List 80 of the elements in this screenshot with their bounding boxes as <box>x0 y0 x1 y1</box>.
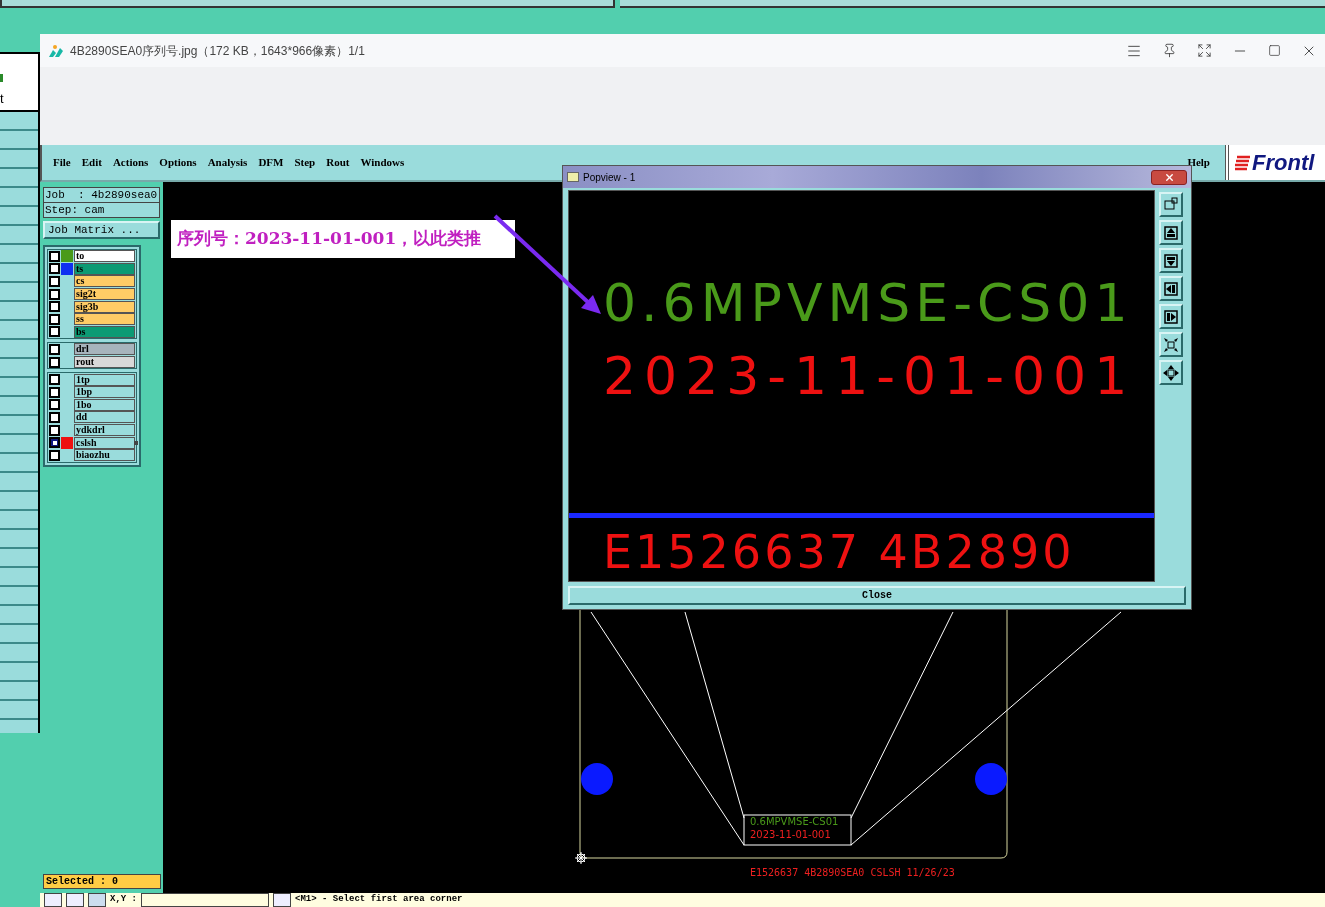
layer-name[interactable]: sig2t <box>74 288 135 301</box>
layer-checkbox[interactable] <box>49 301 60 313</box>
layer-checkbox[interactable] <box>49 437 60 449</box>
list-text: t <box>0 92 5 106</box>
menu-item[interactable]: DFM <box>258 154 284 171</box>
layer-checkbox[interactable] <box>49 276 60 287</box>
board-footer-text: E1526637 4B2890SEA0 CSLSH 11/26/23 <box>750 867 955 878</box>
layer-checkbox[interactable] <box>49 411 60 423</box>
step-label: Step: cam <box>44 203 106 217</box>
pin-icon[interactable] <box>1162 43 1177 58</box>
layer-name[interactable]: drl <box>74 343 135 356</box>
layer-checkbox[interactable] <box>49 356 60 368</box>
layer-checkbox[interactable] <box>49 313 60 325</box>
board-label: 2023-11-01-001 <box>750 829 831 840</box>
arrow-up-icon[interactable] <box>1159 220 1183 245</box>
job-matrix-button[interactable]: Job Matrix ... <box>43 221 160 239</box>
layer-name[interactable]: ts <box>74 262 135 275</box>
layer-name[interactable]: ss <box>74 313 135 326</box>
menu-item[interactable]: Edit <box>81 154 102 171</box>
layer-checkbox[interactable] <box>49 263 60 275</box>
layer-checkbox[interactable] <box>49 399 60 411</box>
app-logo-icon <box>48 43 64 58</box>
layer-checkbox[interactable] <box>49 326 60 338</box>
layer-checkbox[interactable] <box>49 386 60 398</box>
job-label: Job : 4b2890sea0 <box>44 188 159 203</box>
menu-item[interactable]: Windows <box>360 154 405 171</box>
arrow-down-icon[interactable] <box>1159 248 1183 273</box>
layer-name[interactable]: rout <box>74 356 135 369</box>
status-icon <box>0 74 3 82</box>
logo-text: Frontl <box>1252 151 1315 174</box>
layer-checkbox[interactable] <box>49 449 60 461</box>
layer-name[interactable]: 1bp <box>74 386 135 399</box>
layer-checkbox[interactable] <box>49 288 60 300</box>
arrow-right-icon[interactable] <box>1159 304 1183 329</box>
board-label: 0.6MPVMSE-CS01 <box>750 816 839 827</box>
layer-name[interactable]: cslsh <box>74 436 135 449</box>
layer-name[interactable]: biaozhu <box>74 449 135 462</box>
coordinate-label: X,Y : <box>110 893 137 905</box>
window-title: 4B2890SEA0序列号.jpg（172 KB，1643*966像素）1/1 <box>70 42 365 60</box>
active-mark-icon <box>134 440 138 445</box>
layer-name[interactable]: sig3b <box>74 300 135 313</box>
coordinate-field[interactable] <box>141 893 269 907</box>
shrink-icon[interactable] <box>1159 332 1183 357</box>
selected-count: Selected : 0 <box>43 874 161 889</box>
preview-label: 2023-11-01-001 <box>603 346 1136 406</box>
layer-name[interactable]: 1tp <box>74 373 135 386</box>
layer-checkbox[interactable] <box>49 250 60 262</box>
layer-name[interactable]: dd <box>74 411 135 424</box>
arrow-left-icon[interactable] <box>1159 276 1183 301</box>
close-icon[interactable] <box>1151 169 1187 185</box>
app-icon <box>567 172 579 182</box>
prompt-text: <M1> - Select first area corner <box>295 893 463 905</box>
annotation-text: 序列号：2023-11-01-001，以此类推 <box>177 227 482 251</box>
window-icon[interactable] <box>1159 192 1183 217</box>
layer-checkbox[interactable] <box>49 374 60 386</box>
layer-name[interactable]: cs <box>74 275 135 288</box>
menu-item[interactable]: Help <box>1187 154 1210 171</box>
layer-name[interactable]: ydkdrl <box>74 424 135 436</box>
layer-checkbox[interactable] <box>49 424 60 436</box>
menu-item[interactable]: Rout <box>326 154 350 171</box>
maximize-icon[interactable] <box>1268 44 1281 57</box>
layer-name[interactable]: 1bo <box>74 398 135 411</box>
menu-item[interactable]: Analysis <box>207 154 248 171</box>
close-button[interactable]: Close <box>568 586 1186 605</box>
preview-label: 0.6MPVMSE-CS01 <box>603 273 1133 333</box>
menu-item[interactable]: Options <box>159 154 197 171</box>
origin-marker-icon <box>574 851 588 865</box>
menu-item[interactable]: File <box>53 154 71 171</box>
preview-label: E1526637 4B2890 <box>603 525 1075 579</box>
popview-title: Popview - 1 <box>583 170 636 185</box>
fullscreen-icon[interactable] <box>1197 43 1212 58</box>
expand-icon[interactable] <box>1159 360 1183 385</box>
logo-stripes-icon <box>1235 154 1251 171</box>
menu-item[interactable]: Step <box>294 154 316 171</box>
drill-hole <box>581 763 613 795</box>
drill-hole <box>975 763 1007 795</box>
layer-checkbox[interactable] <box>49 343 60 355</box>
layer-name[interactable]: bs <box>74 325 135 338</box>
layer-name[interactable]: to <box>74 250 135 263</box>
menu-item[interactable]: Actions <box>112 154 149 171</box>
